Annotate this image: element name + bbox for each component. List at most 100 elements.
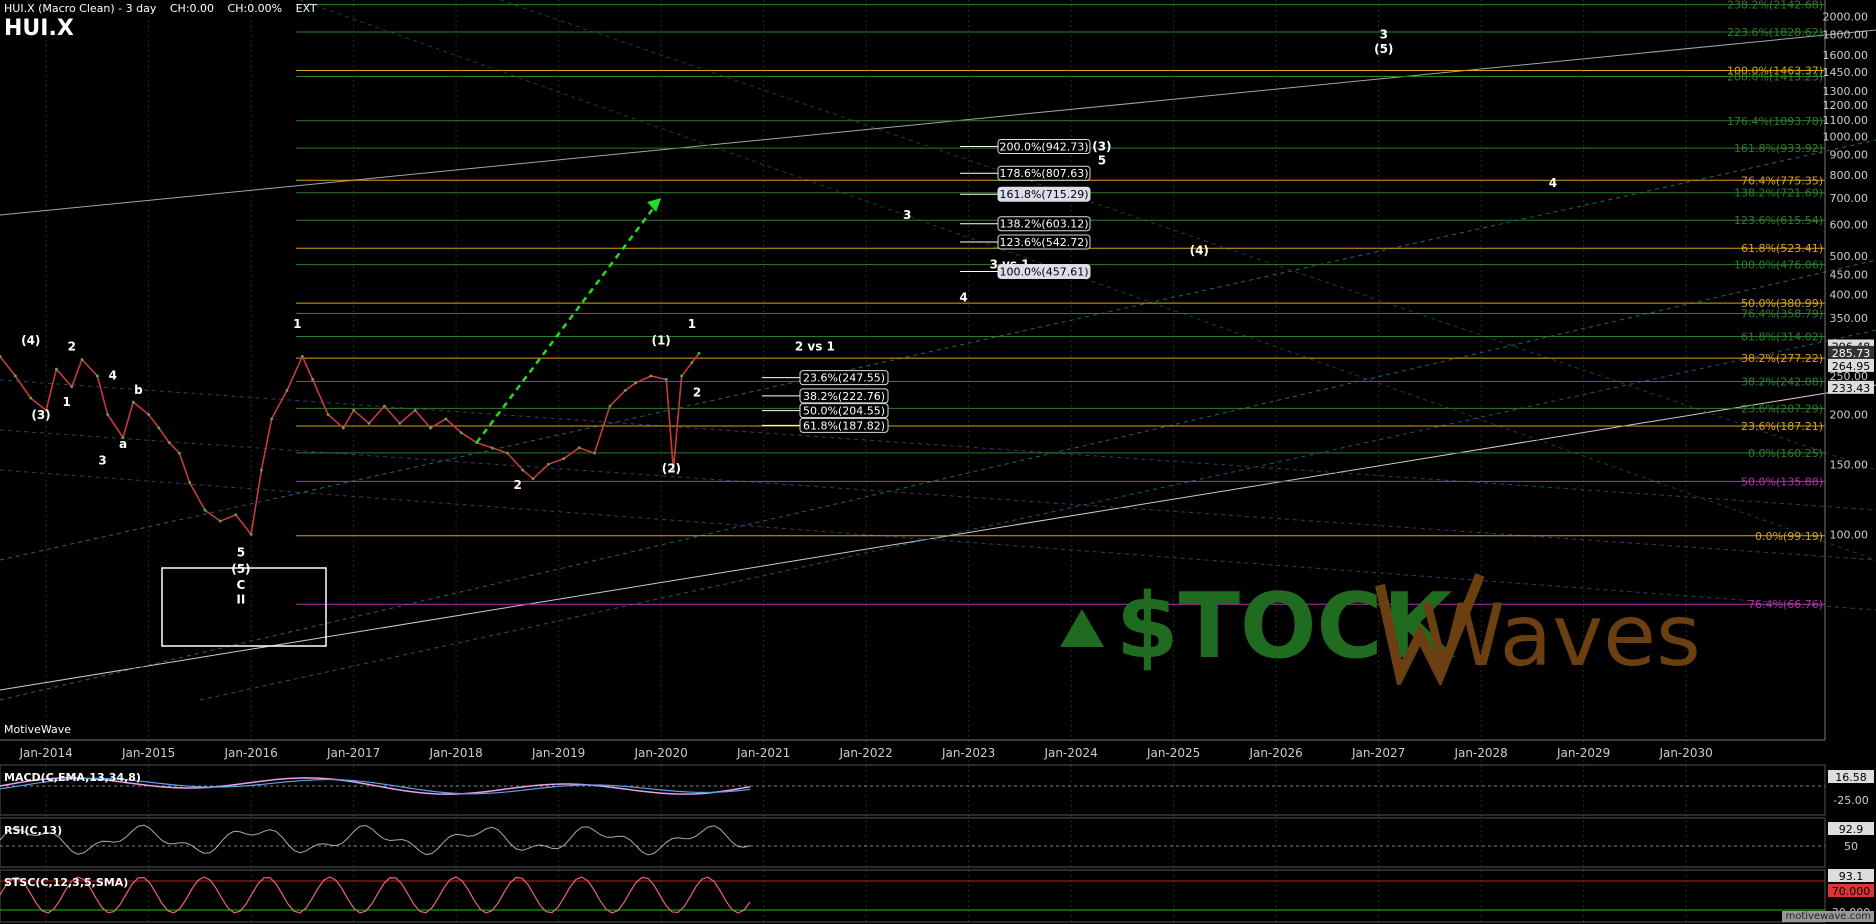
y-tick-label: 900.00 [1830,149,1869,162]
mid-fib-label: 161.8%(715.29) [999,188,1088,201]
session-badge: EXT [295,2,317,15]
y-tick-label: 700.00 [1830,192,1869,205]
mid-fib-label: 138.2%(603.12) [999,218,1088,231]
price-point [531,477,535,481]
x-tick-label: Jan-2028 [1453,746,1507,760]
y-tick-label: 450.00 [1830,268,1869,281]
wave-label: 5 [1098,153,1106,167]
fib-label: 100.0%(476.06) [1734,259,1823,272]
change-value: CH:0.00 [169,2,215,15]
wave-label: (3) [1092,140,1111,154]
wave-label: 3 [1380,28,1388,42]
price-point [664,378,668,381]
price-point [429,426,432,430]
y-tick-label: 1450.00 [1823,66,1869,79]
pane-tick: 92.9 [1839,823,1864,836]
price-point [382,404,386,408]
x-tick-label: Jan-2021 [736,746,790,760]
price-point [697,351,701,355]
price-point [577,446,581,450]
mid-fib-label: 123.6%(542.72) [999,236,1088,249]
price-point [218,519,222,523]
price-point [177,451,181,455]
wave-label: (4) [21,333,40,347]
fib-label: 76.4%(66.76) [1748,598,1823,611]
y-tick-label: 1100.00 [1823,114,1869,127]
price-point [398,422,402,425]
wave-label: a [119,437,127,451]
y-tick-label: 100.00 [1830,528,1869,541]
price-point [562,457,566,460]
fib-label: 200.0%(1413.23) [1727,71,1823,84]
wave-label: 3 [98,453,106,467]
price-point [131,400,135,404]
price-point [80,358,84,361]
fib-label: 176.4%(1093.78) [1727,115,1823,128]
wave-label: (4) [1190,243,1209,257]
y-tick-label: 500.00 [1830,250,1869,263]
fib-label: 0.0%(99.19) [1755,530,1823,543]
price-point [608,404,612,408]
price-point [311,378,315,381]
price-point [300,354,304,358]
x-tick-label: Jan-2015 [121,746,175,760]
watermark-label: motivewave.com [1782,911,1874,922]
wave-label: b [134,383,143,397]
pane-tick: 16.58 [1835,771,1867,784]
wave-label: 5 [237,545,245,559]
stsc-label: STSC(C,12,3,5,SMA) [4,876,129,889]
price-point [593,451,596,455]
price-point [188,481,192,484]
y-tick-label: 200.00 [1830,409,1869,422]
mid-fib-label: 100.0%(457.61) [999,265,1088,278]
y-tick-label: 400.00 [1830,289,1869,302]
price-point [649,374,653,378]
price-point [147,413,151,416]
price-point [234,513,238,517]
pane-tick: -25.00 [1833,794,1868,807]
price-point [680,374,684,378]
price-point [167,441,171,445]
y-tick-label: 150.00 [1830,458,1869,471]
price-point [270,417,274,421]
x-tick-label: Jan-2030 [1658,746,1712,760]
near-fib-label: 61.8%(187.82) [803,419,885,432]
x-tick-label: Jan-2022 [838,746,892,760]
y-tick-label: 1800.00 [1823,29,1869,42]
x-tick-label: Jan-2016 [223,746,277,760]
wave-label: (1) [651,333,670,347]
x-tick-label: Jan-2026 [1248,746,1302,760]
wave-label: 2 vs 1 [795,339,835,353]
x-tick-label: Jan-2018 [428,746,482,760]
wave-label: (3) [31,408,50,422]
wave-label: (5) [1374,42,1393,56]
y-tick-label: 2000.00 [1823,10,1869,23]
y-tick-label: 800.00 [1830,169,1869,182]
price-point [521,468,525,472]
fib-label: 61.8%(314.02) [1741,331,1823,344]
wave-label: 4 [959,290,967,304]
price-point [341,426,345,430]
price-point [106,413,110,416]
wave-label: 4 [109,368,117,382]
wave-label: 1 [293,317,301,331]
y-tick-label: 1000.00 [1823,130,1869,143]
y-tick-label: 350.00 [1830,312,1869,325]
price-point [690,361,694,365]
rsi-label: RSI(C,13) [4,824,63,837]
x-tick-label: Jan-2027 [1351,746,1405,760]
stockwaves-logo: $TOCK Waves [1060,573,1700,685]
wave-label: (5) [231,562,250,576]
fib-label: 123.6%(615.54) [1734,214,1823,227]
near-fib-label: 50.0%(204.55) [803,405,885,418]
chart-canvas: 238.2%(2142.68)223.6%(1828.62)100.0%(146… [0,0,1876,924]
price-point [623,388,627,392]
wave-label: (2) [662,462,681,476]
fib-label: 76.4%(775.35) [1741,174,1823,187]
mid-fib-label: 178.6%(807.63) [999,167,1088,180]
pane-tick: 50 [1844,840,1858,853]
near-fib-label: 38.2%(222.76) [803,390,885,403]
x-tick-label: Jan-2020 [633,746,687,760]
wave-label: C [236,578,245,592]
fib-label: 50.0%(135.88) [1741,475,1823,488]
